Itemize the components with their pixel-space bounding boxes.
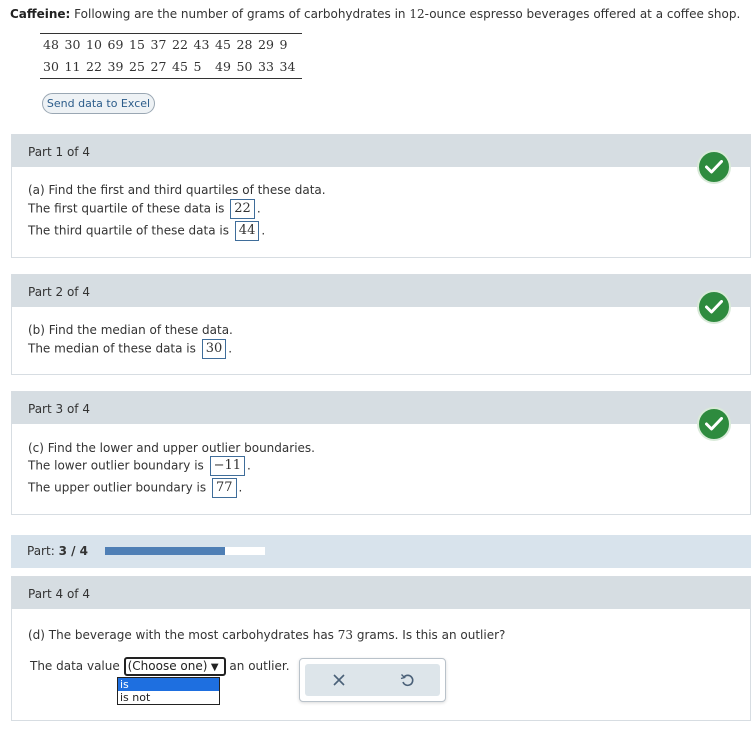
median-answer[interactable]: 30 bbox=[201, 339, 227, 359]
data-cell: 27 bbox=[150, 59, 167, 74]
outlier-answer-line: The data value (Choose one) ▼ an outlier. bbox=[30, 657, 290, 676]
problem-statement: Caffeine: Following are the number of gr… bbox=[10, 7, 741, 21]
data-cell: 25 bbox=[129, 59, 145, 74]
data-cell: 49 bbox=[215, 59, 231, 74]
first-quartile-answer[interactable]: 22 bbox=[230, 199, 255, 219]
upper-boundary-answer[interactable]: 77 bbox=[211, 478, 237, 498]
progress-track bbox=[105, 547, 265, 555]
part-3-question: (c) Find the lower and upper outlier bou… bbox=[28, 441, 315, 455]
data-cell: 43 bbox=[193, 37, 210, 52]
first-quartile-line: The first quartile of these data is 22. bbox=[28, 199, 261, 219]
data-cell: 9 bbox=[279, 37, 288, 52]
lower-boundary-line: The lower outlier boundary is −11. bbox=[28, 456, 251, 476]
data-cell: 39 bbox=[107, 59, 124, 74]
part-1-header: Part 1 of 4 bbox=[12, 135, 750, 167]
progress-value: 3 / 4 bbox=[58, 544, 88, 558]
data-table: 48 30 10 69 15 37 22 43 45 28 29 9 30 11 22 39 25 27 45 5 4… bbox=[40, 33, 302, 79]
data-cell: 22 bbox=[172, 37, 188, 52]
data-cell: 45 bbox=[172, 59, 188, 74]
data-cell: 45 bbox=[215, 37, 231, 52]
data-cell: 5 bbox=[193, 59, 202, 74]
data-cell: 48 bbox=[43, 37, 59, 52]
close-icon[interactable] bbox=[329, 670, 349, 690]
dropdown-arrow-icon: ▼ bbox=[210, 662, 219, 673]
data-cell: 28 bbox=[236, 37, 253, 52]
problem-title: Caffeine: bbox=[10, 7, 71, 21]
data-cell: 15 bbox=[129, 37, 145, 52]
option-is[interactable]: is bbox=[118, 678, 219, 691]
check-icon bbox=[697, 150, 731, 184]
part-3-header: Part 3 of 4 bbox=[12, 392, 750, 424]
option-is-not[interactable]: is not bbox=[118, 691, 219, 704]
data-cell: 11 bbox=[64, 59, 81, 74]
check-icon bbox=[697, 290, 731, 324]
data-cell: 30 bbox=[64, 37, 81, 52]
outlier-options-list: is is not bbox=[117, 677, 220, 705]
lower-boundary-answer[interactable]: −11 bbox=[209, 456, 246, 476]
answer-toolbox bbox=[299, 658, 446, 702]
outlier-select[interactable]: (Choose one) ▼ bbox=[123, 657, 226, 676]
progress-fill bbox=[105, 547, 225, 555]
median-line: The median of these data is 30. bbox=[28, 339, 232, 359]
send-to-excel-button[interactable]: Send data to Excel bbox=[42, 93, 155, 114]
check-icon bbox=[697, 407, 731, 441]
part-1-question: (a) Find the first and third quartiles o… bbox=[28, 183, 326, 197]
part-2-panel: Part 2 of 4 (b) Find the median of these… bbox=[11, 274, 751, 375]
data-cell: 22 bbox=[86, 59, 102, 74]
data-cell: 69 bbox=[107, 37, 124, 52]
third-quartile-line: The third quartile of these data is 44. bbox=[28, 221, 265, 241]
data-cell: 37 bbox=[150, 37, 167, 52]
data-cell: 33 bbox=[258, 59, 274, 74]
undo-icon[interactable] bbox=[397, 670, 417, 690]
data-row: 48 30 10 69 15 37 22 43 45 28 29 9 bbox=[40, 34, 302, 56]
progress-bar: Part: 3 / 4 bbox=[11, 535, 751, 568]
data-cell: 50 bbox=[236, 59, 253, 74]
part-2-question: (b) Find the median of these data. bbox=[28, 323, 233, 337]
part-2-header: Part 2 of 4 bbox=[12, 275, 750, 307]
data-row: 30 11 22 39 25 27 45 5 49 50 33 34 bbox=[40, 56, 302, 78]
data-cell: 30 bbox=[43, 59, 59, 74]
third-quartile-answer[interactable]: 44 bbox=[234, 221, 260, 241]
data-cell: 29 bbox=[258, 37, 274, 52]
data-cell: 34 bbox=[279, 59, 296, 74]
part-4-question: (d) The beverage with the most carbohydr… bbox=[28, 628, 506, 642]
part-4-header: Part 4 of 4 bbox=[12, 577, 750, 609]
part-3-panel: Part 3 of 4 (c) Find the lower and upper… bbox=[11, 391, 751, 515]
part-1-panel: Part 1 of 4 (a) Find the first and third… bbox=[11, 134, 751, 258]
upper-boundary-line: The upper outlier boundary is 77. bbox=[28, 478, 242, 498]
data-cell: 10 bbox=[86, 37, 102, 52]
